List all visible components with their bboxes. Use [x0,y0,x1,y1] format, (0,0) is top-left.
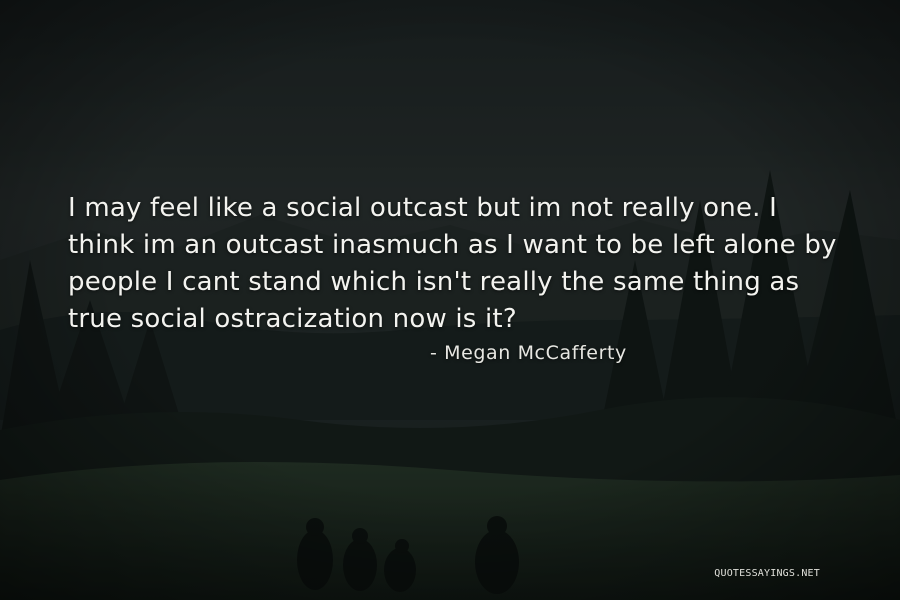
quote-block: I may feel like a social outcast but im … [68,190,848,338]
site-watermark: QUOTESSAYINGS.NET [714,568,820,579]
quote-text: I may feel like a social outcast but im … [68,193,837,334]
quote-author: - Megan McCafferty [430,342,627,364]
